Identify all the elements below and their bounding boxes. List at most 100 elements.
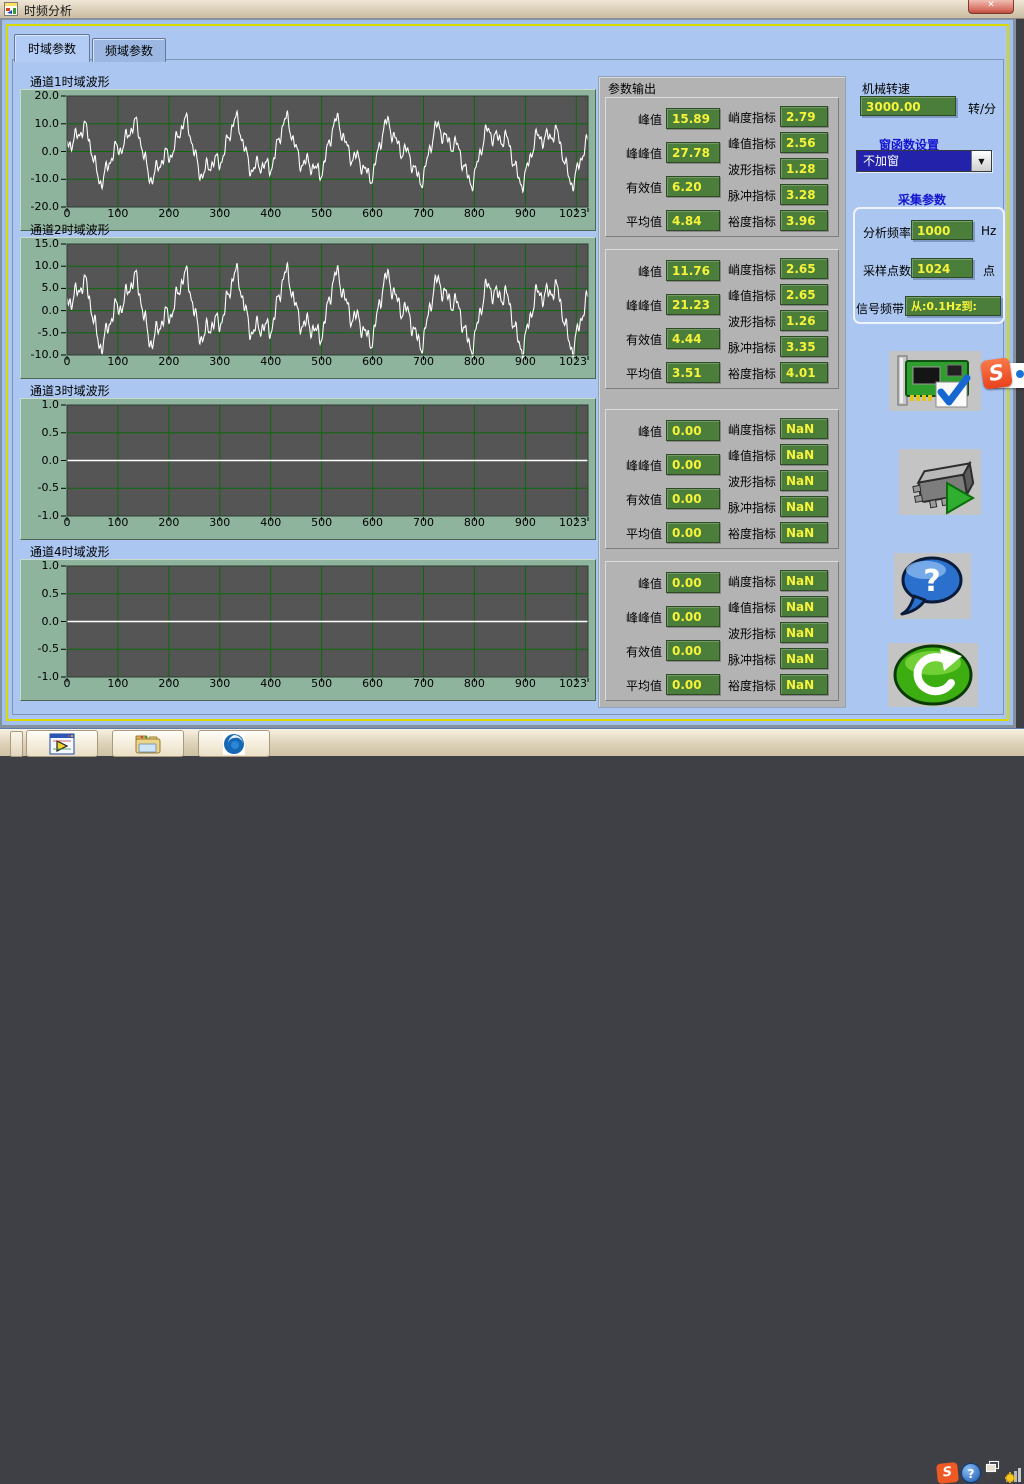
chart-title: 通道1时域波形 [30,73,598,88]
param-label: 脉冲指标 [710,187,776,204]
waveform-graph: 1.00.50.0-0.5-1.001002003004005006007008… [20,398,596,540]
param-value: NaN [780,444,828,465]
ime-s-icon: S [980,357,1013,390]
speed-input[interactable]: 3000.00 [860,96,956,116]
param-value: 3.96 [780,210,828,231]
param-label: 脉冲指标 [710,651,776,668]
chart-title: 通道2时域波形 [30,221,598,236]
param-label: 峰峰值 [606,297,662,314]
x-tick-label: 1023 [551,677,595,690]
window-fn-selected: 不加窗 [857,151,971,171]
param-label: 峰值指标 [710,447,776,464]
x-tick-label: 600 [351,677,395,690]
refresh-button[interactable] [888,643,978,707]
param-label: 峰峰值 [606,457,662,474]
daq-card-button[interactable] [889,351,981,411]
param-value: 2.79 [780,106,828,127]
x-tick-label: 0 [45,355,89,368]
front-panel: 时域参数 频域参数 通道1时域波形 20.010.00.0-10.0-20.00… [6,24,1009,721]
x-tick-label: 200 [147,677,191,690]
refresh-icon [888,643,978,707]
param-label: 有效值 [606,643,662,660]
param-value: 1.28 [780,158,828,179]
chip-run-button[interactable] [899,449,981,515]
y-tick-label: 0.5 [23,426,59,439]
window-fn-dropdown[interactable]: 不加窗 ▼ [856,150,992,172]
close-button[interactable]: ✕ [968,0,1014,14]
param-label: 峭度指标 [710,573,776,590]
x-tick-label: 100 [96,516,140,529]
help-button[interactable]: ? [894,553,971,619]
param-value: NaN [780,674,828,695]
tray-network-icon[interactable] [1005,1465,1024,1483]
chevron-down-icon[interactable]: ▼ [971,151,991,171]
y-tick-label: 0.5 [23,587,59,600]
x-tick-label: 900 [503,355,547,368]
y-tick-label: 5.0 [23,281,59,294]
desktop: { "window": { "title": "时频分析", "close_la… [0,0,1024,756]
taskbar-swirl-app-button[interactable] [198,730,270,757]
chart-channel-2: 通道2时域波形 15.010.05.00.0-5.0-10.0010020030… [20,221,598,381]
x-tick-label: 500 [300,516,344,529]
param-label: 平均值 [606,213,662,230]
tab-page-time-domain: 通道1时域波形 20.010.00.0-10.0-20.001002003004… [12,59,1004,715]
x-tick-label: 800 [452,355,496,368]
param-label: 峭度指标 [710,261,776,278]
param-label: 峭度指标 [710,421,776,438]
param-value: 3.28 [780,184,828,205]
param-label: 有效值 [606,331,662,348]
tray-ime-icon[interactable]: S [936,1462,959,1484]
param-label: 峰值 [606,263,662,280]
param-value: NaN [780,570,828,591]
param-value: 2.56 [780,132,828,153]
x-tick-label: 0 [45,207,89,220]
folder-icon [134,733,162,755]
y-tick-label: 10.0 [23,117,59,130]
tray-restore-icon[interactable] [986,1461,999,1472]
sample-count-input[interactable]: 1024 [911,258,973,278]
x-tick-label: 100 [96,677,140,690]
taskbar-explorer-button[interactable] [112,730,184,757]
param-label: 波形指标 [710,473,776,490]
tab-frequency-domain[interactable]: 频域参数 [92,38,166,62]
x-tick-label: 600 [351,355,395,368]
charts-column: 通道1时域波形 20.010.00.0-10.0-20.001002003004… [20,60,598,703]
param-value: NaN [780,648,828,669]
waveform-plot [61,565,590,683]
tab-time-domain[interactable]: 时域参数 [14,34,90,62]
acq-row-unit: Hz [981,224,996,238]
y-tick-label: -5.0 [23,326,59,339]
window-titlebar: 时频分析 ✕ [0,0,1024,19]
tray-chevron-icon[interactable]: ▾ [988,1473,992,1482]
param-label: 平均值 [606,677,662,694]
x-tick-label: 900 [503,516,547,529]
acquisition-label: 采集参数 [898,191,946,208]
analysis-frequency-input[interactable]: 1000 [911,220,973,240]
pci-card-check-icon [889,351,981,411]
y-tick-label: 0.0 [23,145,59,158]
tray-help-icon[interactable]: ? [961,1463,981,1483]
param-label: 裕度指标 [710,365,776,382]
x-tick-label: 500 [300,677,344,690]
waveform-graph: 15.010.05.00.0-5.0-10.001002003004005006… [20,237,596,379]
x-tick-label: 800 [452,516,496,529]
x-tick-label: 800 [452,207,496,220]
x-tick-label: 900 [503,677,547,690]
param-label: 脉冲指标 [710,499,776,516]
param-label: 波形指标 [710,161,776,178]
taskbar-labview-button[interactable] [26,730,98,757]
acq-row-label: 采样点数 [863,262,911,279]
speed-label: 机械转速 [862,80,910,97]
chart-channel-1: 通道1时域波形 20.010.00.0-10.0-20.001002003004… [20,60,598,220]
acquisition-panel: 分析频率 1000 Hz 采样点数 1024 点 信号频带 从:0.1Hz到: [853,207,1005,324]
x-tick-label: 400 [249,207,293,220]
taskbar: S ? ▾ [0,728,1024,756]
x-tick-label: 700 [402,677,446,690]
param-group-channel-2: 峰值11.76峰峰值21.23有效值4.44平均值3.51峭度指标2.65峰值指… [605,249,839,389]
x-tick-label: 1023 [551,207,595,220]
param-value: NaN [780,470,828,491]
x-tick-label: 1023 [551,516,595,529]
ime-overlay[interactable]: S [982,357,1024,393]
x-tick-label: 400 [249,516,293,529]
chip-run-icon [899,449,981,515]
